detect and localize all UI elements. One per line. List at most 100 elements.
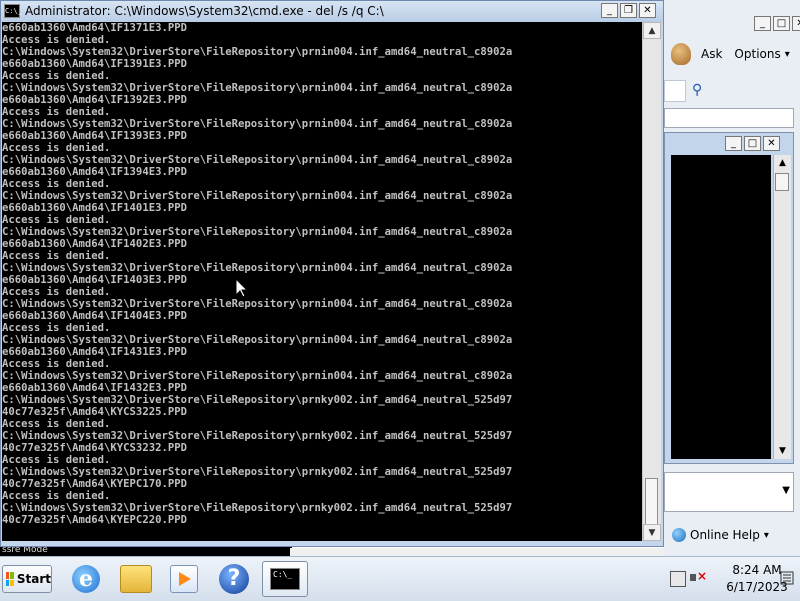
help-search-row: ⚲ <box>664 80 800 102</box>
console-line: C:\Windows\System32\DriverStore\FileRepo… <box>2 298 513 310</box>
scroll-down-icon[interactable]: ▼ <box>643 524 661 541</box>
console-line: e660ab1360\Amd64\IF1391E3.PPD <box>2 58 187 70</box>
restore-button[interactable]: ❐ <box>620 3 637 18</box>
console-line: 40c77e325f\Amd64\KYCS3232.PPD <box>2 442 187 454</box>
close-button[interactable]: ✕ <box>763 136 780 151</box>
console-line: e660ab1360\Amd64\IF1403E3.PPD <box>2 274 187 286</box>
cmd-taskbar-button[interactable]: C:\_ <box>262 561 308 597</box>
console-line: e660ab1360\Amd64\IF1393E3.PPD <box>2 130 187 142</box>
console-line: Access is denied. <box>2 286 111 298</box>
console-line: Access is denied. <box>2 70 111 82</box>
media-player-icon[interactable] <box>164 562 204 596</box>
minimize-button[interactable]: _ <box>725 136 742 151</box>
console-line: Access is denied. <box>2 490 111 502</box>
mouse-cursor-icon <box>236 279 248 298</box>
console-line: C:\Windows\System32\DriverStore\FileRepo… <box>2 394 513 406</box>
scroll-down-icon[interactable]: ▼ <box>774 443 791 459</box>
console-line: 40c77e325f\Amd64\KYEPC220.PPD <box>2 514 187 526</box>
console-line: e660ab1360\Amd64\IF1402E3.PPD <box>2 238 187 250</box>
background-strip <box>290 548 664 556</box>
console-line: Access is denied. <box>2 358 111 370</box>
scroll-up-icon[interactable]: ▲ <box>774 155 791 171</box>
network-icon[interactable] <box>670 571 686 587</box>
window-controls: _ ❐ ✕ <box>601 3 656 18</box>
help-support-icon[interactable]: ? <box>214 562 254 596</box>
inner-window-controls: _ □ ✕ <box>725 136 780 151</box>
console-line: 40c77e325f\Amd64\KYEPC170.PPD <box>2 478 187 490</box>
console-line: C:\Windows\System32\DriverStore\FileRepo… <box>2 334 513 346</box>
chevron-down-icon: ▾ <box>763 529 769 541</box>
search-icon[interactable]: ⚲ <box>692 82 702 98</box>
options-menu[interactable]: Options <box>734 47 780 61</box>
help-window-background: _ □ ✕ Ask Options ▾ ⚲ _ □ ✕ ▲ ▼ ▼ Online… <box>664 0 800 560</box>
console-line: C:\Windows\System32\DriverStore\FileRepo… <box>2 190 513 202</box>
console-line: e660ab1360\Amd64\IF1392E3.PPD <box>2 94 187 106</box>
windows-logo-icon <box>6 572 14 586</box>
console-line: C:\Windows\System32\DriverStore\FileRepo… <box>2 46 513 58</box>
window-title: Administrator: C:\Windows\System32\cmd.e… <box>25 4 384 18</box>
console-line: C:\Windows\System32\DriverStore\FileRepo… <box>2 226 513 238</box>
close-button[interactable]: ✕ <box>792 16 800 31</box>
file-explorer-icon[interactable] <box>116 562 156 596</box>
taskbar: Start e ? C:\_ 8:24 AM 6/17/2023 <box>0 556 800 601</box>
globe-icon <box>672 528 686 542</box>
system-tray: 8:24 AM 6/17/2023 <box>664 557 800 601</box>
cmd-window[interactable]: C:\_ Administrator: C:\Windows\System32\… <box>0 0 664 547</box>
console-line: C:\Windows\System32\DriverStore\FileRepo… <box>2 262 513 274</box>
console-line: Access is denied. <box>2 322 111 334</box>
console-line: Access is denied. <box>2 142 111 154</box>
ask-icon <box>671 43 691 65</box>
console-line: e660ab1360\Amd64\IF1394E3.PPD <box>2 166 187 178</box>
title-bar[interactable]: C:\_ Administrator: C:\Windows\System32\… <box>1 1 663 22</box>
start-label: Start <box>16 572 51 586</box>
chevron-down-icon[interactable]: ▾ <box>785 49 790 60</box>
console-output[interactable]: e660ab1360\Amd64\IF1371E3.PPD Access is d… <box>2 22 642 541</box>
minimize-button[interactable]: _ <box>754 16 771 31</box>
console-line: Access is denied. <box>2 106 111 118</box>
help-search-input[interactable] <box>664 80 686 102</box>
console-line: C:\Windows\System32\DriverStore\FileRepo… <box>2 118 513 130</box>
console-line: C:\Windows\System32\DriverStore\FileRepo… <box>2 82 513 94</box>
cmd-taskbar-icon: C:\_ <box>270 568 300 590</box>
start-button[interactable]: Start <box>2 565 52 593</box>
console-line: e660ab1360\Amd64\IF1432E3.PPD <box>2 382 187 394</box>
console-line: e660ab1360\Amd64\IF1431E3.PPD <box>2 346 187 358</box>
help-toolbar: Ask Options ▾ <box>664 40 800 68</box>
console-line: Access is denied. <box>2 418 111 430</box>
console-line: e660ab1360\Amd64\IF1404E3.PPD <box>2 310 187 322</box>
console-scrollbar[interactable]: ▲ ▼ <box>642 22 661 541</box>
cmd-icon[interactable]: C:\_ <box>4 4 22 18</box>
console-line: C:\Windows\System32\DriverStore\FileRepo… <box>2 370 513 382</box>
minimize-button[interactable]: _ <box>601 3 618 18</box>
inner-scrollbar[interactable]: ▲ ▼ <box>773 155 791 459</box>
chevron-down-icon[interactable]: ▼ <box>782 485 790 496</box>
console-line: Access is denied. <box>2 178 111 190</box>
console-line: C:\Windows\System32\DriverStore\FileRepo… <box>2 430 513 442</box>
help-dropdown[interactable]: ▼ <box>664 472 794 512</box>
console-line: Access is denied. <box>2 454 111 466</box>
console-line: C:\Windows\System32\DriverStore\FileRepo… <box>2 466 513 478</box>
help-address-bar[interactable] <box>664 108 794 128</box>
online-help-button[interactable]: Online Help ▾ <box>672 528 769 542</box>
console-line: e660ab1360\Amd64\IF1401E3.PPD <box>2 202 187 214</box>
online-help-label: Online Help <box>690 528 760 542</box>
action-center-flag-icon[interactable] <box>780 571 794 585</box>
console-line: Access is denied. <box>2 34 111 46</box>
close-button[interactable]: ✕ <box>639 3 656 18</box>
console-line: C:\Windows\System32\DriverStore\FileRepo… <box>2 154 513 166</box>
inner-console-area <box>671 155 771 459</box>
help-inner-window: _ □ ✕ ▲ ▼ <box>664 132 794 464</box>
scrollbar-thumb[interactable] <box>775 173 789 191</box>
help-window-controls: _ □ ✕ <box>754 16 800 31</box>
volume-muted-icon[interactable] <box>690 569 707 585</box>
console-line: C:\Windows\System32\DriverStore\FileRepo… <box>2 502 513 514</box>
maximize-button[interactable]: □ <box>773 16 790 31</box>
scroll-up-icon[interactable]: ▲ <box>643 22 661 39</box>
console-line: 40c77e325f\Amd64\KYCS3225.PPD <box>2 406 187 418</box>
console-line: Access is denied. <box>2 214 111 226</box>
ask-button[interactable]: Ask <box>701 47 722 61</box>
console-line: e660ab1360\Amd64\IF1371E3.PPD <box>2 22 187 34</box>
maximize-button[interactable]: □ <box>744 136 761 151</box>
console-line: Access is denied. <box>2 250 111 262</box>
internet-explorer-icon[interactable]: e <box>66 562 106 596</box>
